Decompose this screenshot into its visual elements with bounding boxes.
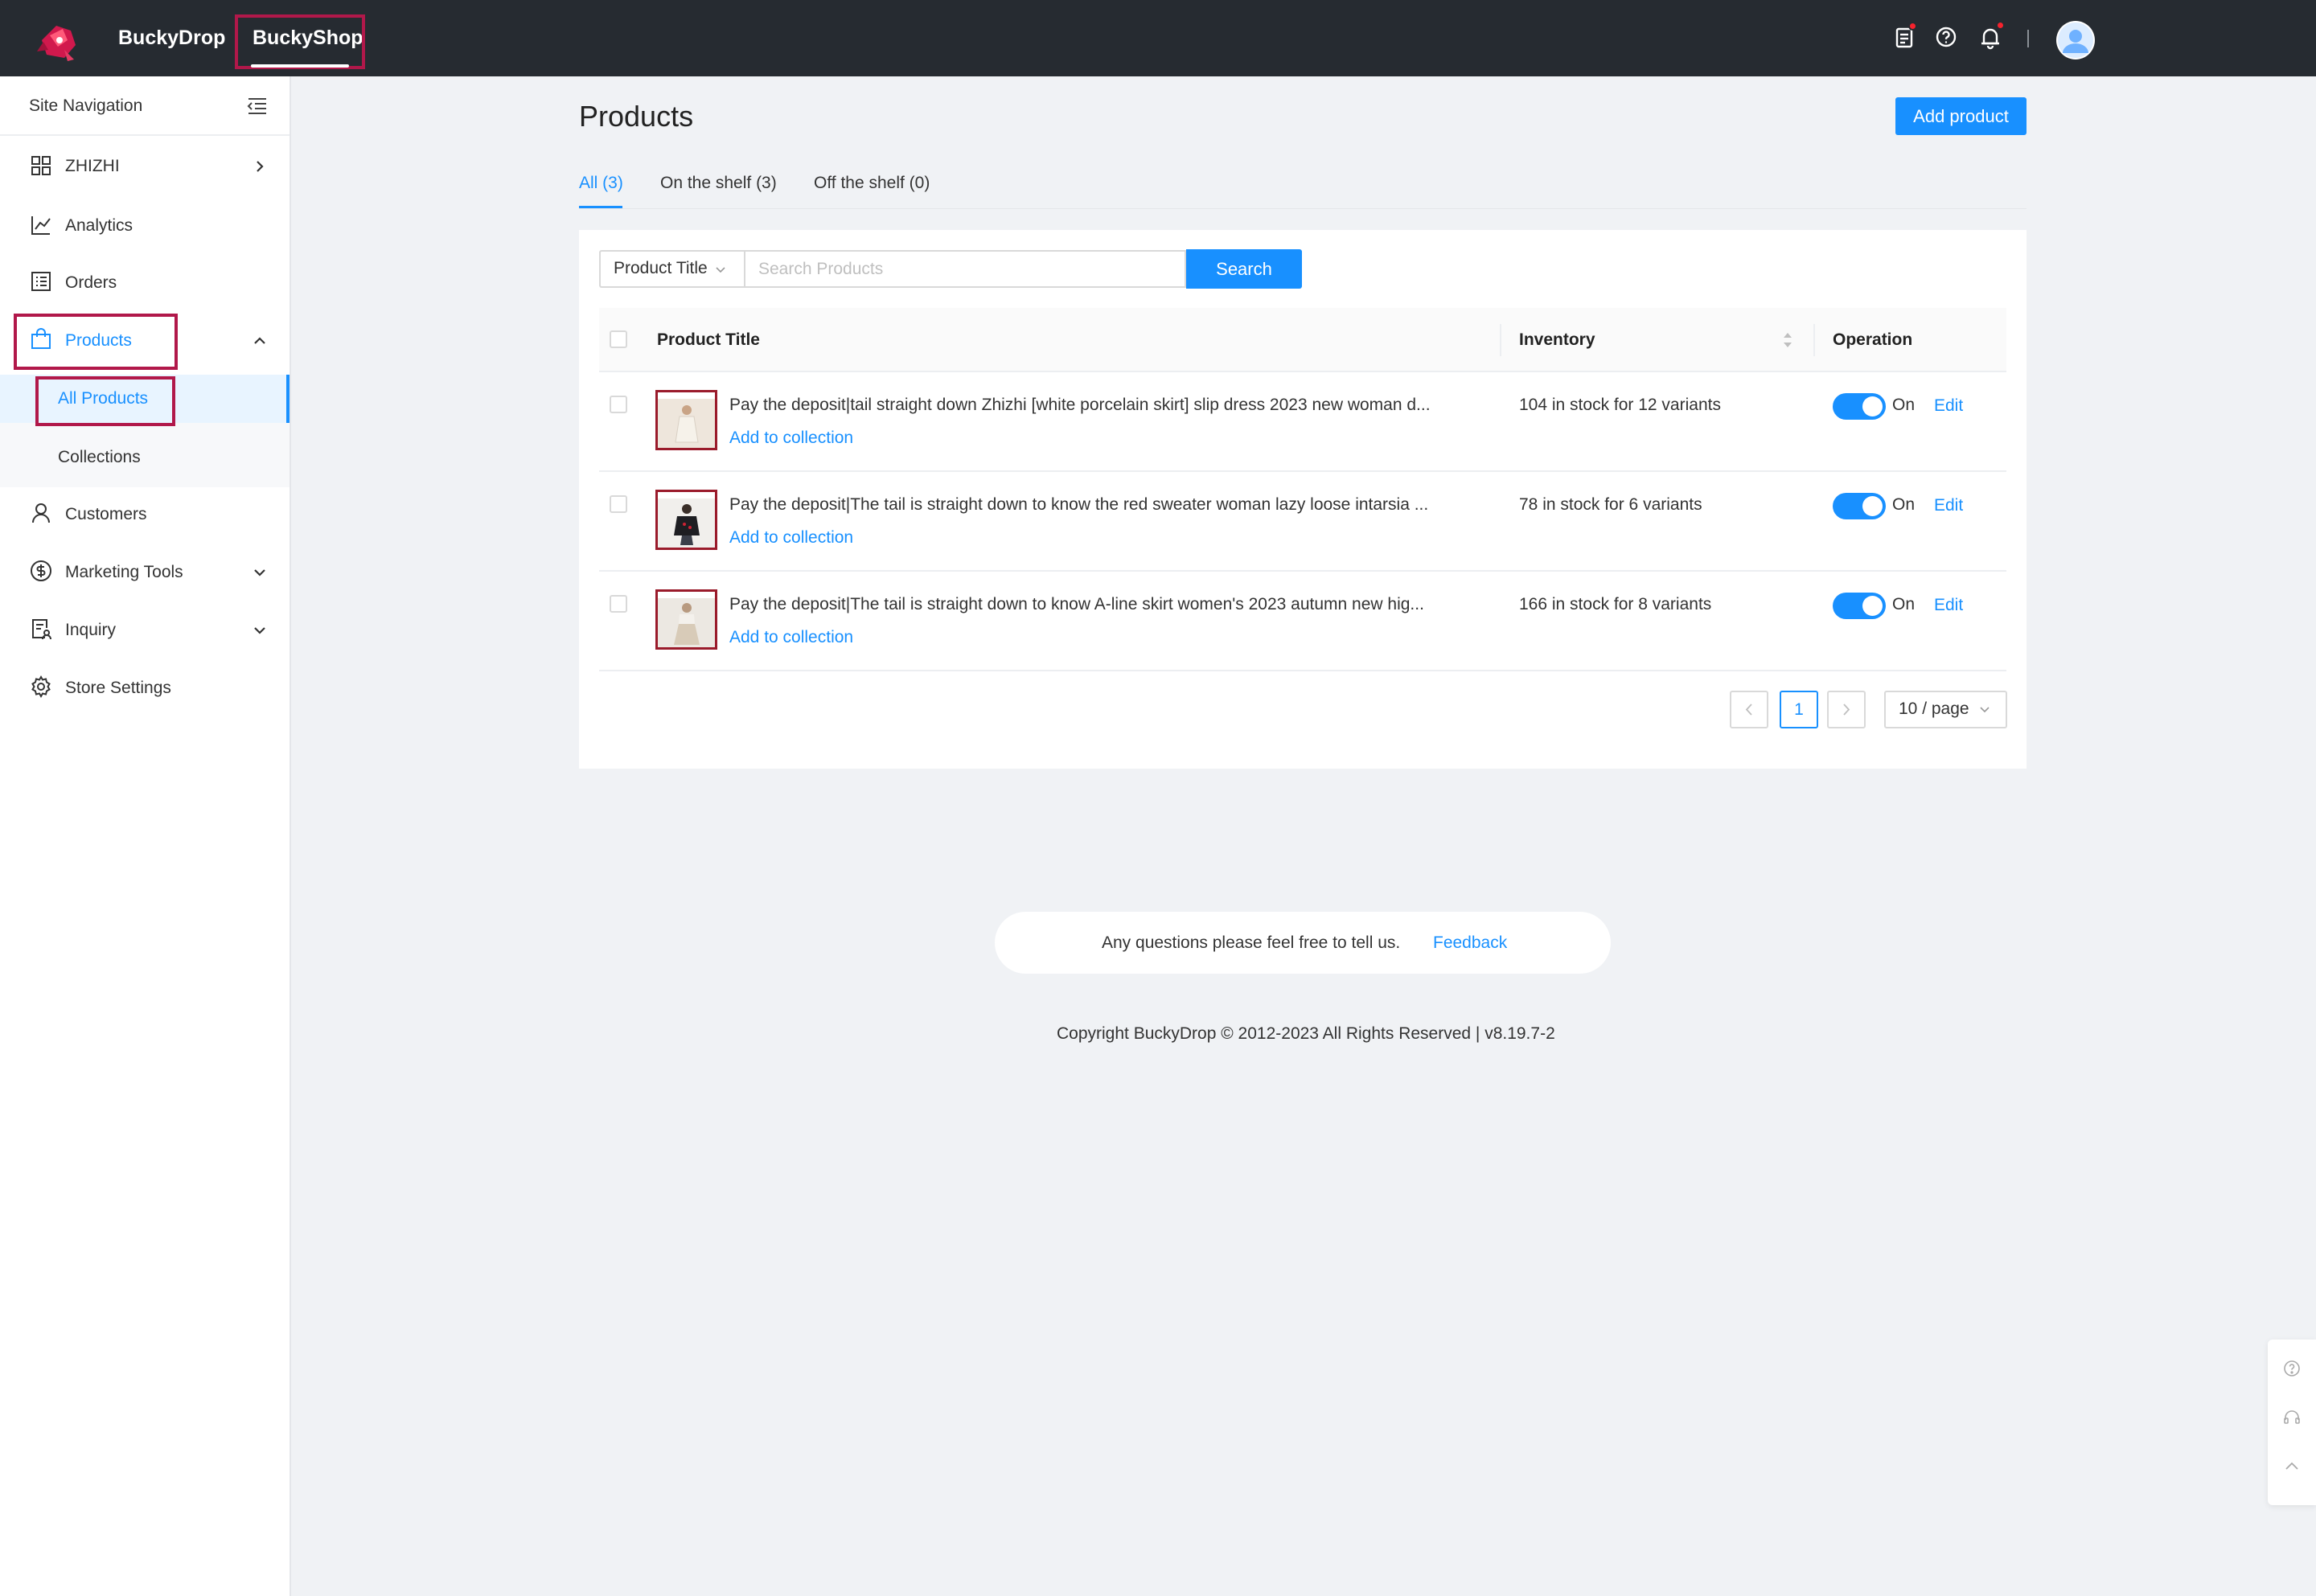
prev-page-button[interactable] bbox=[1730, 691, 1768, 728]
feedback-text: Any questions please feel free to tell u… bbox=[1102, 933, 1401, 952]
sort-icon[interactable] bbox=[1779, 328, 1797, 352]
inventory-value: 78 in stock for 6 variants bbox=[1519, 495, 1702, 514]
chevron-down-icon bbox=[251, 622, 269, 639]
page-number-current[interactable]: 1 bbox=[1780, 691, 1818, 728]
row-checkbox[interactable] bbox=[610, 495, 627, 513]
sidebar-item-label: Analytics bbox=[65, 216, 133, 235]
list-icon bbox=[29, 269, 53, 293]
active-nav-underline bbox=[251, 64, 349, 68]
sidebar-title: Site Navigation bbox=[29, 96, 143, 115]
toggle-knob bbox=[1862, 596, 1883, 616]
product-thumbnail[interactable] bbox=[655, 390, 717, 450]
status-toggle[interactable] bbox=[1833, 593, 1886, 619]
page-size-value: 10 / page bbox=[1899, 700, 1969, 718]
chevron-right-icon bbox=[251, 158, 269, 175]
column-divider bbox=[1500, 324, 1501, 356]
add-product-button[interactable]: Add product bbox=[1895, 97, 2026, 135]
column-header-operation: Operation bbox=[1833, 330, 1913, 349]
toggle-knob bbox=[1862, 396, 1883, 416]
tab-off-the-shelf[interactable]: Off the shelf (0) bbox=[814, 171, 930, 195]
add-to-collection-link[interactable]: Add to collection bbox=[729, 626, 853, 650]
status-label: On bbox=[1892, 595, 1916, 613]
row-checkbox[interactable] bbox=[610, 595, 627, 613]
dollar-icon bbox=[29, 559, 53, 583]
tab-all[interactable]: All (3) bbox=[579, 171, 623, 195]
user-icon bbox=[29, 501, 53, 525]
inventory-value: 104 in stock for 12 variants bbox=[1519, 396, 1721, 414]
edit-link[interactable]: Edit bbox=[1934, 394, 1963, 418]
row-divider bbox=[599, 470, 2006, 472]
edit-link[interactable]: Edit bbox=[1934, 593, 1963, 617]
column-header-inventory[interactable]: Inventory bbox=[1519, 328, 1595, 352]
inventory-value: 166 in stock for 8 variants bbox=[1519, 595, 1712, 613]
product-thumbnail[interactable] bbox=[655, 589, 717, 650]
inquiry-icon bbox=[29, 617, 53, 641]
chevron-up-icon bbox=[251, 332, 269, 350]
row-divider bbox=[599, 670, 2006, 671]
notification-dot bbox=[1996, 21, 2005, 30]
edit-link[interactable]: Edit bbox=[1934, 494, 1963, 518]
tab-on-the-shelf[interactable]: On the shelf (3) bbox=[660, 171, 777, 195]
header-divider bbox=[2027, 30, 2029, 47]
product-title[interactable]: Pay the deposit|tail straight down Zhizh… bbox=[729, 393, 1437, 417]
chart-icon bbox=[29, 213, 53, 237]
status-toggle[interactable] bbox=[1833, 493, 1886, 519]
notification-dot bbox=[1908, 22, 1917, 31]
chevron-down-icon bbox=[1978, 703, 1991, 716]
active-tab-indicator bbox=[579, 206, 622, 208]
highlight-box-buckyshop bbox=[235, 14, 365, 69]
add-to-collection-link[interactable]: Add to collection bbox=[729, 526, 853, 550]
avatar[interactable] bbox=[2056, 21, 2095, 59]
sidebar-subitem-collections[interactable]: Collections bbox=[58, 445, 141, 470]
chevron-down-icon bbox=[251, 564, 269, 581]
select-all-checkbox[interactable] bbox=[610, 330, 627, 348]
next-page-button[interactable] bbox=[1827, 691, 1866, 728]
search-button[interactable]: Search bbox=[1186, 249, 1302, 289]
search-input[interactable] bbox=[744, 250, 1186, 288]
toggle-knob bbox=[1862, 496, 1883, 516]
help-icon[interactable] bbox=[2282, 1359, 2302, 1378]
highlight-box-products bbox=[14, 314, 178, 370]
sidebar-item-label: Inquiry bbox=[65, 621, 117, 639]
copyright-text: Copyright BuckyDrop © 2012-2023 All Righ… bbox=[1057, 1024, 1555, 1043]
feedback-link[interactable]: Feedback bbox=[1433, 931, 1507, 955]
product-title[interactable]: Pay the deposit|The tail is straight dow… bbox=[729, 493, 1437, 517]
active-indicator bbox=[286, 375, 290, 423]
back-to-top-icon[interactable] bbox=[2282, 1457, 2302, 1476]
nav-buckydrop[interactable]: BuckyDrop bbox=[118, 0, 225, 76]
sidebar-item-label: Store Settings bbox=[65, 679, 171, 697]
page-title: Products bbox=[579, 100, 694, 133]
sidebar-item-label: Marketing Tools bbox=[65, 563, 183, 581]
sidebar-item-label: Orders bbox=[65, 273, 117, 292]
product-thumbnail[interactable] bbox=[655, 490, 717, 550]
help-icon[interactable] bbox=[1932, 24, 1960, 51]
highlight-box-all-products bbox=[35, 376, 175, 426]
status-label: On bbox=[1892, 396, 1916, 414]
status-label: On bbox=[1892, 495, 1916, 514]
gear-icon bbox=[29, 675, 53, 699]
tabs-divider bbox=[579, 208, 2026, 209]
row-checkbox[interactable] bbox=[610, 396, 627, 413]
buckydrop-logo[interactable] bbox=[35, 18, 80, 66]
product-title[interactable]: Pay the deposit|The tail is straight dow… bbox=[729, 593, 1437, 617]
column-divider bbox=[1813, 324, 1815, 356]
headset-icon[interactable] bbox=[2282, 1408, 2302, 1427]
row-divider bbox=[599, 570, 2006, 572]
add-to-collection-link[interactable]: Add to collection bbox=[729, 426, 853, 450]
collapse-menu-icon[interactable] bbox=[246, 94, 269, 117]
sidebar-item-label: Customers bbox=[65, 505, 147, 523]
sidebar-divider bbox=[0, 134, 290, 136]
chevron-down-icon bbox=[714, 263, 727, 276]
status-toggle[interactable] bbox=[1833, 393, 1886, 420]
sidebar-item-label: ZHIZHI bbox=[65, 157, 120, 175]
search-field-select-value: Product Title bbox=[614, 259, 708, 277]
column-header-title: Product Title bbox=[657, 330, 760, 349]
grid-icon bbox=[29, 154, 53, 178]
